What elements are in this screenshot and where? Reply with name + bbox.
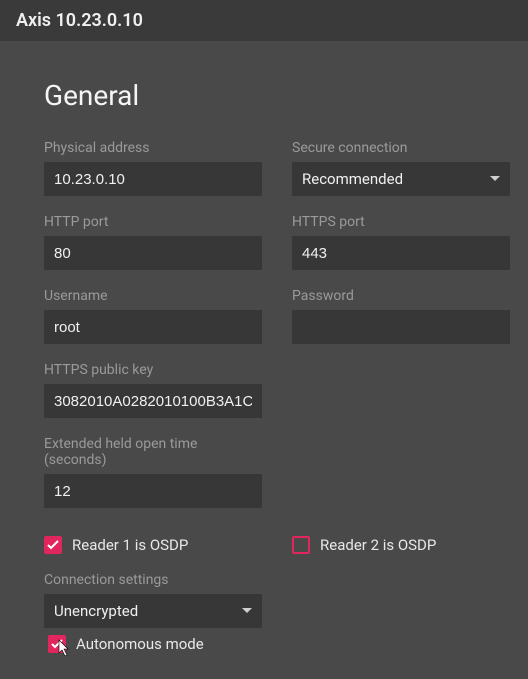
select-connection-settings-value: Unencrypted bbox=[54, 602, 138, 620]
section-title: General bbox=[44, 79, 510, 112]
label-secure-connection: Secure connection bbox=[292, 140, 510, 156]
select-connection-settings[interactable]: Unencrypted bbox=[44, 594, 262, 628]
field-username: Username bbox=[44, 288, 262, 344]
osdp-checkbox-row: Reader 1 is OSDP Reader 2 is OSDP bbox=[44, 536, 510, 554]
label-username: Username bbox=[44, 288, 262, 304]
input-extended-held-open[interactable] bbox=[44, 474, 262, 508]
checkbox-label-reader2: Reader 2 is OSDP bbox=[320, 536, 436, 554]
input-password[interactable] bbox=[292, 310, 510, 344]
checkbox-reader2-osdp[interactable]: Reader 2 is OSDP bbox=[292, 536, 510, 554]
label-https-public-key: HTTPS public key bbox=[44, 362, 262, 378]
field-extended-held-open: Extended held open time (seconds) bbox=[44, 436, 262, 508]
field-http-port: HTTP port bbox=[44, 214, 262, 270]
checkbox-box-reader1 bbox=[44, 536, 62, 554]
checkbox-autonomous-mode[interactable]: Autonomous mode bbox=[48, 635, 204, 653]
input-http-port[interactable] bbox=[44, 236, 262, 270]
checkbox-box-reader2 bbox=[292, 536, 310, 554]
label-https-port: HTTPS port bbox=[292, 214, 510, 230]
field-password: Password bbox=[292, 288, 510, 344]
form-grid: Physical address Secure connection Recom… bbox=[44, 140, 510, 508]
select-secure-connection-value: Recommended bbox=[302, 170, 403, 188]
input-physical-address[interactable] bbox=[44, 162, 262, 196]
input-username[interactable] bbox=[44, 310, 262, 344]
field-https-public-key: HTTPS public key bbox=[44, 362, 262, 418]
field-physical-address: Physical address bbox=[44, 140, 262, 196]
chevron-down-icon bbox=[242, 606, 252, 616]
label-physical-address: Physical address bbox=[44, 140, 262, 156]
field-connection-settings: Connection settings Unencrypted bbox=[44, 572, 262, 628]
general-panel: General Physical address Secure connecti… bbox=[20, 61, 528, 658]
checkbox-reader1-osdp[interactable]: Reader 1 is OSDP bbox=[44, 536, 262, 554]
field-https-port: HTTPS port bbox=[292, 214, 510, 270]
checkbox-label-reader1: Reader 1 is OSDP bbox=[72, 536, 188, 554]
window-title: Axis 10.23.0.10 bbox=[16, 10, 143, 31]
label-extended-held-open: Extended held open time (seconds) bbox=[44, 436, 262, 468]
input-https-port[interactable] bbox=[292, 236, 510, 270]
chevron-down-icon bbox=[490, 174, 500, 184]
window-header: Axis 10.23.0.10 bbox=[0, 0, 528, 41]
checkbox-label-autonomous: Autonomous mode bbox=[76, 635, 204, 653]
label-http-port: HTTP port bbox=[44, 214, 262, 230]
select-secure-connection[interactable]: Recommended bbox=[292, 162, 510, 196]
checkbox-box-autonomous bbox=[48, 635, 66, 653]
field-secure-connection: Secure connection Recommended bbox=[292, 140, 510, 196]
input-https-public-key[interactable] bbox=[44, 384, 262, 418]
label-password: Password bbox=[292, 288, 510, 304]
label-connection-settings: Connection settings bbox=[44, 572, 262, 588]
